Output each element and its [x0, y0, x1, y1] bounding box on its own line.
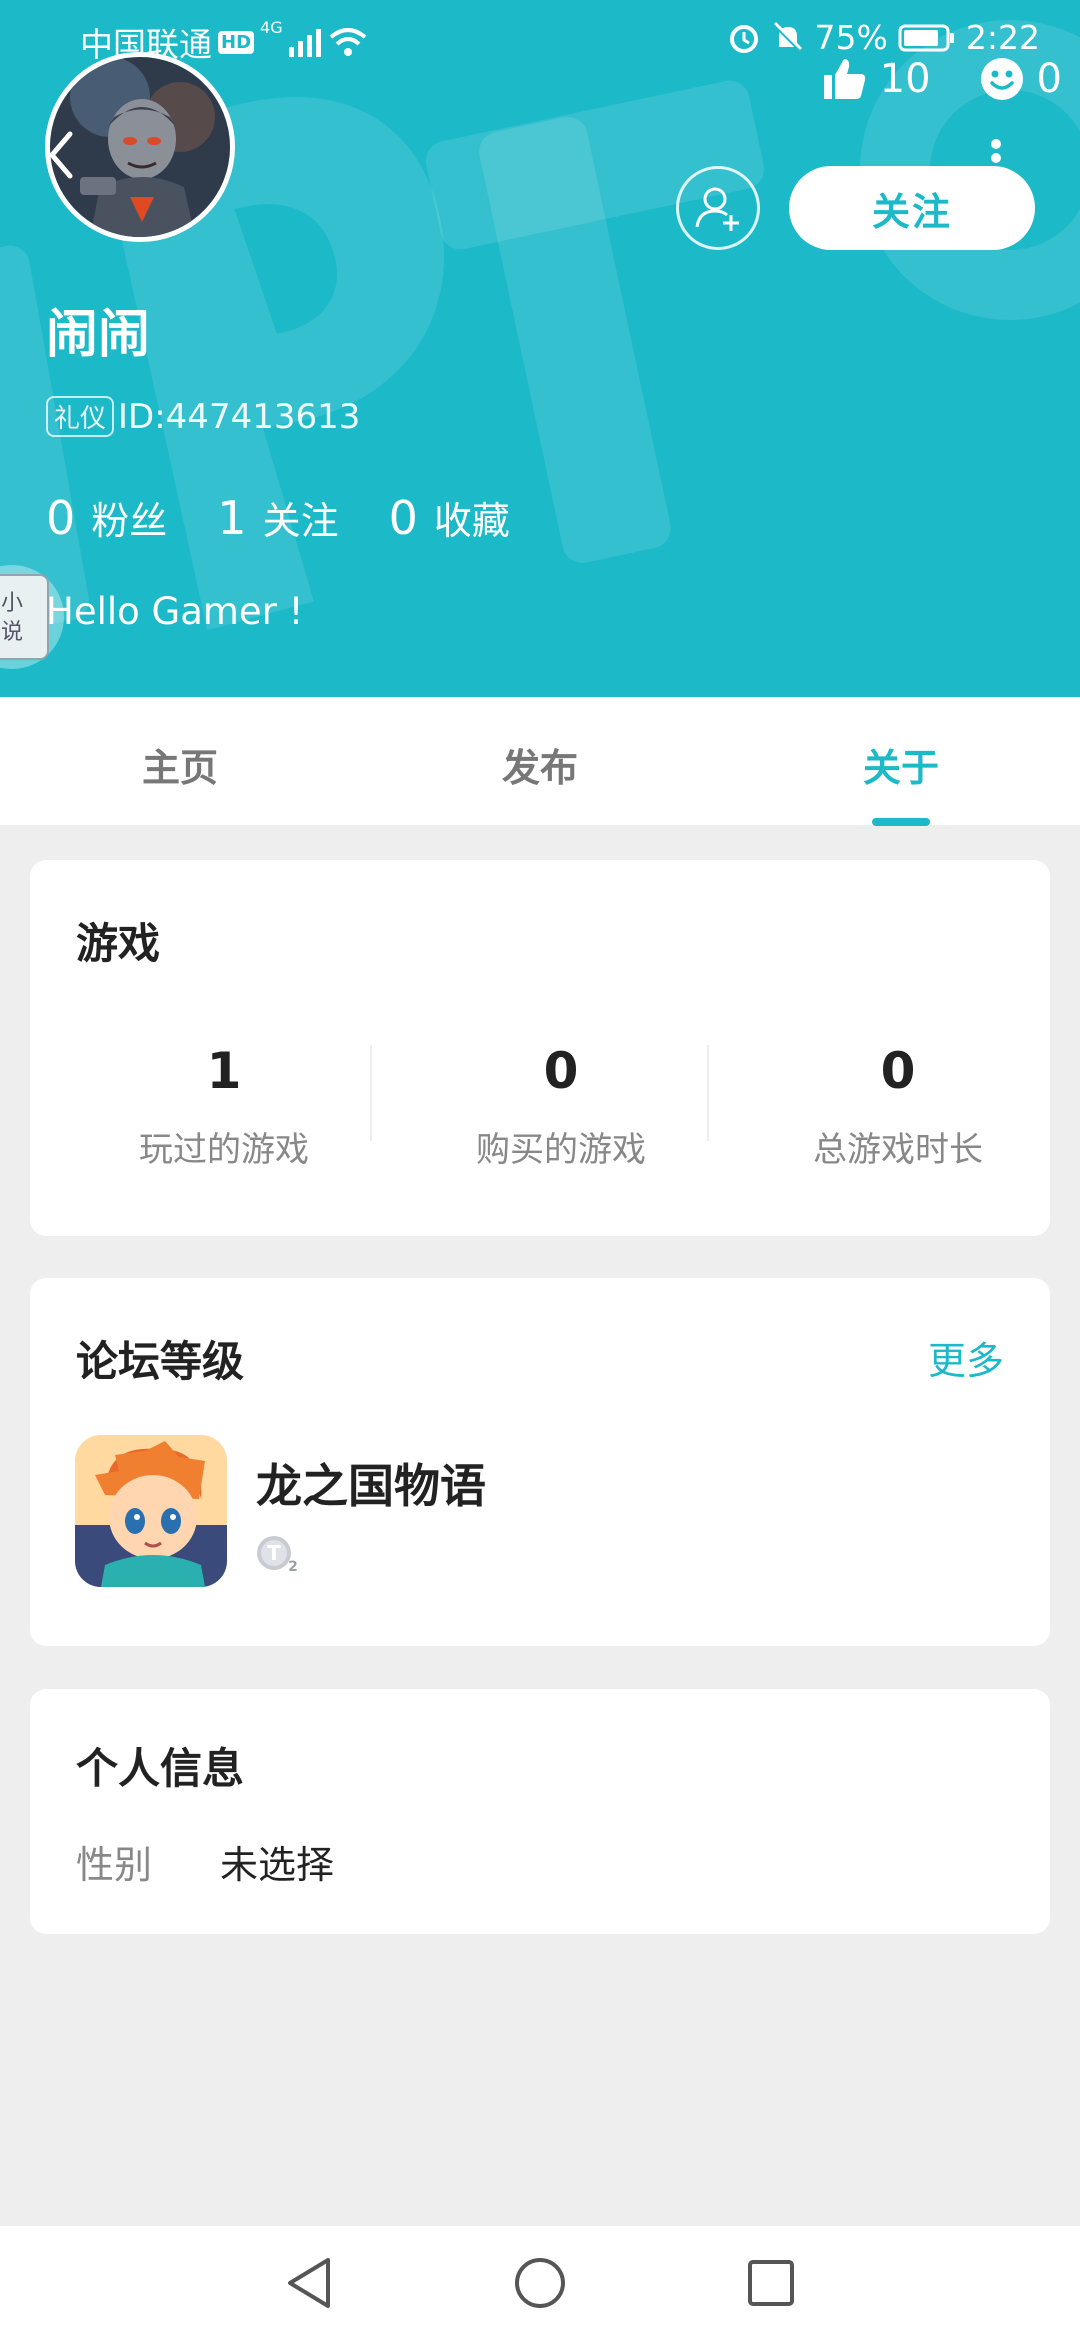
- add-user-icon: [695, 187, 739, 231]
- profile-header: 中国联通 HD 4G 75% 2:22 10 0 关注 闹闹 礼仪 ID:447…: [0, 0, 1080, 697]
- gender-label: 性别: [76, 1843, 153, 1887]
- header-stats: 10 0: [772, 55, 1062, 103]
- battery-icon: [898, 24, 954, 51]
- games-card: 游戏 1 玩过的游戏 0 购买的游戏 0 总游戏时长: [30, 860, 1050, 1236]
- nav-home-icon[interactable]: [513, 2256, 567, 2310]
- personal-info-title: 个人信息: [76, 1744, 245, 1793]
- purchased-games-label: 购买的游戏: [476, 1130, 646, 1170]
- gender-row: 性别 未选择: [76, 1834, 334, 1889]
- level-badge-icon: T 2: [257, 1536, 298, 1575]
- following-count[interactable]: 1: [217, 491, 246, 545]
- wifi-icon: [329, 28, 366, 56]
- nav-recents-icon[interactable]: [746, 2256, 796, 2310]
- rank-tag: 礼仪: [46, 396, 115, 437]
- emoji-stat[interactable]: 0: [979, 56, 1062, 102]
- likes-count: 10: [879, 56, 931, 102]
- following-label[interactable]: 关注: [263, 490, 339, 545]
- tab-home[interactable]: 主页: [80, 737, 280, 792]
- playtime-stat[interactable]: 0 总游戏时长: [748, 1042, 1048, 1171]
- played-games-stat[interactable]: 1 玩过的游戏: [74, 1042, 374, 1171]
- level-number: 2: [288, 1559, 298, 1575]
- likes-stat[interactable]: 10: [820, 55, 931, 103]
- clock: 2:22: [965, 18, 1040, 57]
- favorites-label[interactable]: 收藏: [434, 490, 510, 545]
- follow-button[interactable]: 关注: [789, 166, 1035, 250]
- forum-level-title: 论坛等级: [76, 1337, 245, 1386]
- tab-posts[interactable]: 发布: [440, 737, 640, 792]
- follow-stats: 0 粉丝 1 关注 0 收藏: [46, 490, 560, 545]
- bio: Hello Gamer !: [46, 590, 304, 633]
- fans-label[interactable]: 粉丝: [91, 490, 167, 545]
- personal-info-card: 个人信息 性别 未选择: [30, 1689, 1050, 1934]
- divider: [370, 1045, 372, 1141]
- nav-back-icon[interactable]: [284, 2256, 334, 2310]
- tab-about[interactable]: 关于: [801, 737, 1001, 792]
- network-type: 4G: [260, 18, 283, 37]
- level-letter: T: [267, 1541, 281, 1565]
- novel-char-2: 说: [1, 620, 23, 645]
- back-arrow-icon[interactable]: [46, 130, 76, 180]
- signal-icon: [288, 29, 321, 57]
- user-id-row: 礼仪 ID:447413613: [46, 396, 360, 437]
- username: 闹闹: [46, 305, 151, 365]
- played-games-label: 玩过的游戏: [139, 1130, 309, 1170]
- played-games-value: 1: [206, 1042, 242, 1100]
- forum-level-card: 论坛等级 更多 龙之国物语 T 2: [30, 1278, 1050, 1646]
- gender-value: 未选择: [220, 1843, 335, 1887]
- novel-char-1: 小: [1, 591, 23, 616]
- tab-bar: 主页 发布 关于: [0, 697, 1080, 825]
- avatar-image: [50, 57, 230, 237]
- mute-icon: [773, 21, 802, 52]
- game-name[interactable]: 龙之国物语: [256, 1450, 486, 1516]
- user-id: ID:447413613: [118, 396, 361, 437]
- playtime-label: 总游戏时长: [813, 1130, 983, 1170]
- thumbs-up-icon: [823, 59, 865, 99]
- divider: [707, 1045, 709, 1141]
- hd-badge: HD: [218, 30, 255, 54]
- game-icon-image: [75, 1435, 227, 1587]
- games-card-title: 游戏: [76, 919, 161, 968]
- playtime-value: 0: [880, 1042, 916, 1100]
- active-tab-indicator: [872, 818, 930, 826]
- emoji-count: 0: [1036, 56, 1062, 102]
- game-icon[interactable]: [75, 1435, 227, 1587]
- favorites-count[interactable]: 0: [389, 491, 418, 545]
- alarm-icon: [729, 24, 758, 53]
- more-link[interactable]: 更多: [928, 1330, 1004, 1385]
- smile-icon: [980, 58, 1023, 100]
- system-nav-bar: [0, 2226, 1080, 2340]
- novel-float-button[interactable]: 小 说: [0, 535, 78, 675]
- purchased-games-stat[interactable]: 0 购买的游戏: [411, 1042, 711, 1171]
- add-friend-button[interactable]: [676, 166, 760, 250]
- battery-percent: 75%: [814, 18, 888, 57]
- purchased-games-value: 0: [543, 1042, 579, 1100]
